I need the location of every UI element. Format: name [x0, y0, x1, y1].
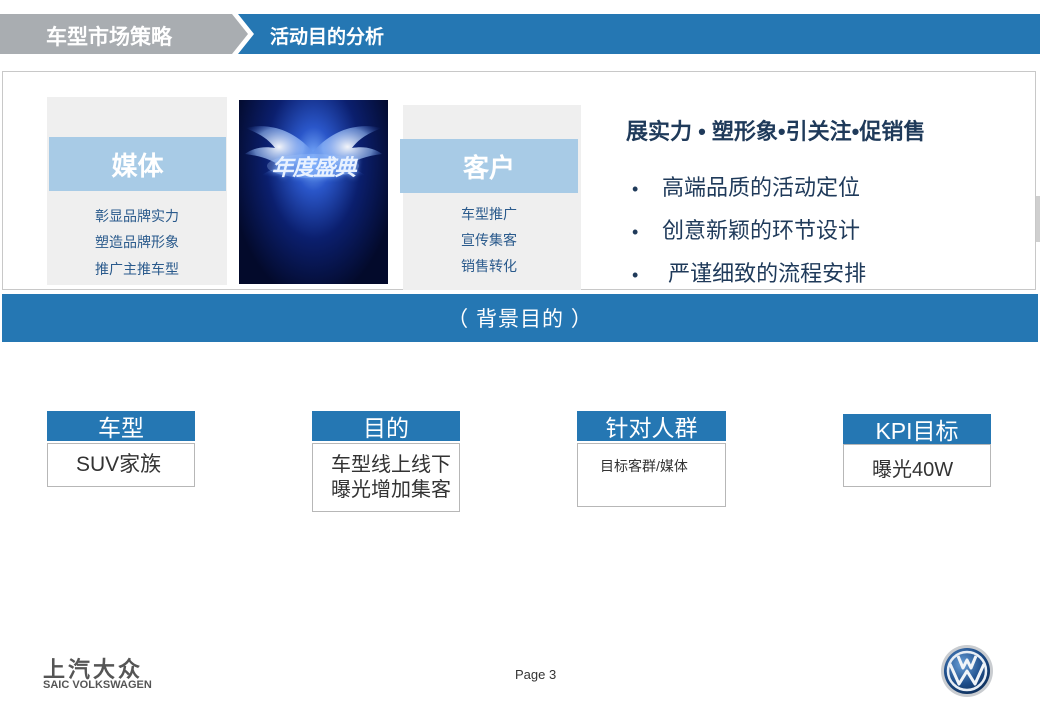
bullet-2: • 创意新颖的环节设计 [632, 213, 860, 245]
box-kpi-head: KPI目标 [843, 414, 991, 444]
poster-title: 年度盛典 [271, 155, 356, 181]
page-number: Page 3 [515, 667, 557, 682]
company-logo-en: SAIC VOLKSWAGEN [43, 679, 152, 691]
bullet-text: 创意新颖的环节设计 [662, 218, 861, 243]
media-card [47, 97, 227, 285]
box-audience: 针对人群 目标客群/媒体 [577, 411, 726, 507]
section-tab: 车型市场策略 [0, 14, 248, 54]
customer-card-title: 客户 [400, 139, 578, 193]
media-line-3: 推广主推车型 [95, 261, 179, 277]
box-model-body: SUV家族 [47, 443, 195, 487]
edge-marker [1036, 196, 1040, 242]
box-purpose-line-1: 车型线上线下 [331, 454, 451, 476]
bullet-1: • 高端品质的活动定位 [632, 170, 860, 202]
bullet-dot: • [632, 179, 639, 199]
vw-logo-icon [941, 645, 993, 697]
customer-line-1: 车型推广 [461, 206, 517, 222]
title-bar: 活动目的分析 [238, 14, 1040, 54]
box-purpose: 目的 车型线上线下 曝光增加集客 [312, 411, 460, 513]
slogan: 展实力 • 塑形象•引关注•促销售 [626, 119, 926, 144]
box-kpi-body: 曝光40W [843, 444, 991, 487]
bullet-text: 严谨细致的流程安排 [662, 261, 867, 286]
box-model: 车型 SUV家族 [47, 411, 195, 487]
bullet-3: • 严谨细致的流程安排 [632, 256, 866, 288]
box-purpose-line-2: 曝光增加集客 [331, 479, 451, 501]
page-title: 活动目的分析 [270, 27, 385, 48]
customer-line-2: 宣传集客 [461, 232, 517, 248]
box-purpose-head: 目的 [312, 411, 460, 441]
bullet-dot: • [632, 265, 639, 285]
box-audience-body: 目标客群/媒体 [577, 443, 726, 507]
media-card-title: 媒体 [49, 137, 226, 191]
customer-line-3: 销售转化 [461, 258, 517, 274]
bullet-dot: • [632, 222, 639, 242]
background-purpose-band: （ 背景目的 ） [2, 294, 1038, 342]
box-kpi: KPI目标 曝光40W [843, 414, 991, 487]
media-line-2: 塑造品牌形象 [95, 234, 179, 250]
box-audience-head: 针对人群 [577, 411, 726, 441]
event-poster-image: 年度盛典 [239, 100, 388, 284]
bullet-text: 高端品质的活动定位 [662, 175, 861, 200]
box-purpose-body: 车型线上线下 曝光增加集客 [312, 443, 460, 512]
box-model-line-1: SUV家族 [76, 453, 162, 476]
media-line-1: 彰显品牌实力 [95, 208, 179, 224]
box-kpi-line-1: 曝光40W [872, 459, 954, 481]
section-title: 车型市场策略 [46, 26, 172, 49]
box-model-head: 车型 [47, 411, 195, 441]
box-audience-line-1: 目标客群/媒体 [600, 458, 688, 474]
